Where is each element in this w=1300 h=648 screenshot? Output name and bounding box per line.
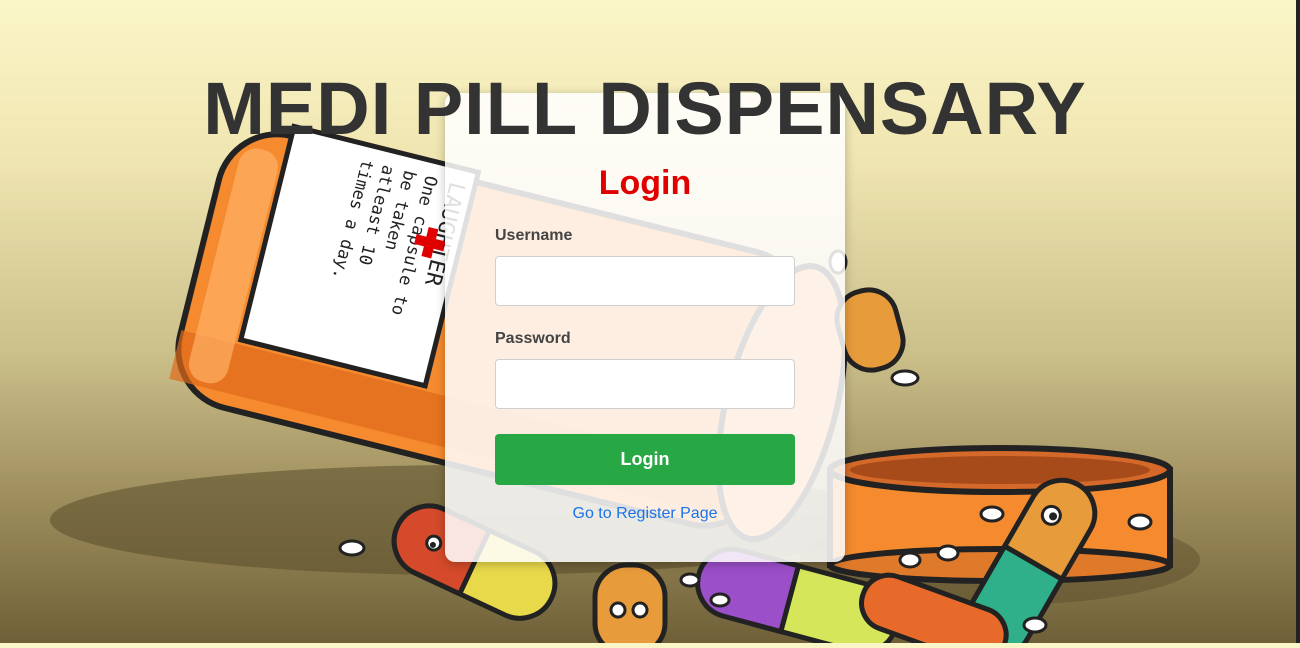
username-input[interactable]	[495, 256, 795, 306]
register-link[interactable]: Go to Register Page	[445, 505, 845, 523]
password-label: Password	[495, 330, 571, 347]
username-label: Username	[495, 227, 573, 244]
login-button[interactable]: Login	[495, 434, 795, 485]
window-edge	[1296, 0, 1300, 643]
pill-orange-bottom	[592, 562, 668, 648]
login-heading: Login	[598, 164, 692, 202]
password-input[interactable]	[495, 359, 795, 409]
page-title: MEDI PILL DISPENSARY	[203, 67, 1087, 150]
login-card: Login Username Password Login Go to Regi…	[445, 93, 845, 562]
